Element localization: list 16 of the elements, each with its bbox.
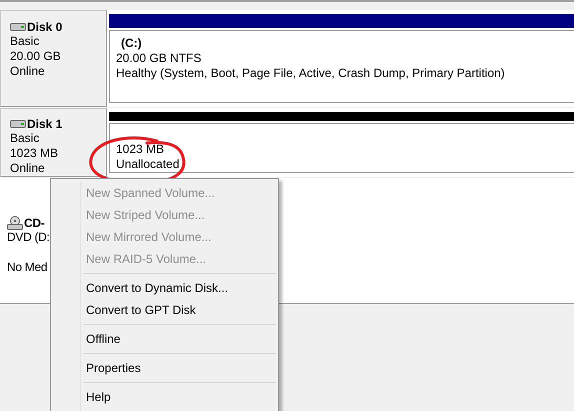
disk-name: Disk 0	[27, 20, 62, 34]
volume-status: Unallocated	[116, 157, 180, 172]
volume-label: (C:)	[120, 36, 142, 51]
disk-status: Online	[10, 161, 45, 176]
disk-name: Disk 1	[27, 117, 62, 131]
cd-name: CD-	[24, 216, 44, 230]
disk-type: Basic	[10, 34, 40, 49]
cd-status: No Med	[7, 260, 48, 275]
disk-status: Online	[10, 64, 45, 79]
disk-size: 20.00 GB	[10, 49, 61, 64]
volume-status: Healthy (System, Boot, Page File, Active, Crash Dump, Primary Partition)	[116, 66, 505, 81]
disk-type: Basic	[10, 131, 40, 146]
volume-size: 1023 MB	[116, 142, 164, 157]
disk-size: 1023 MB	[10, 146, 58, 161]
cd-type: DVD (D:	[7, 230, 50, 245]
volume-size: 20.00 GB NTFS	[116, 51, 202, 66]
